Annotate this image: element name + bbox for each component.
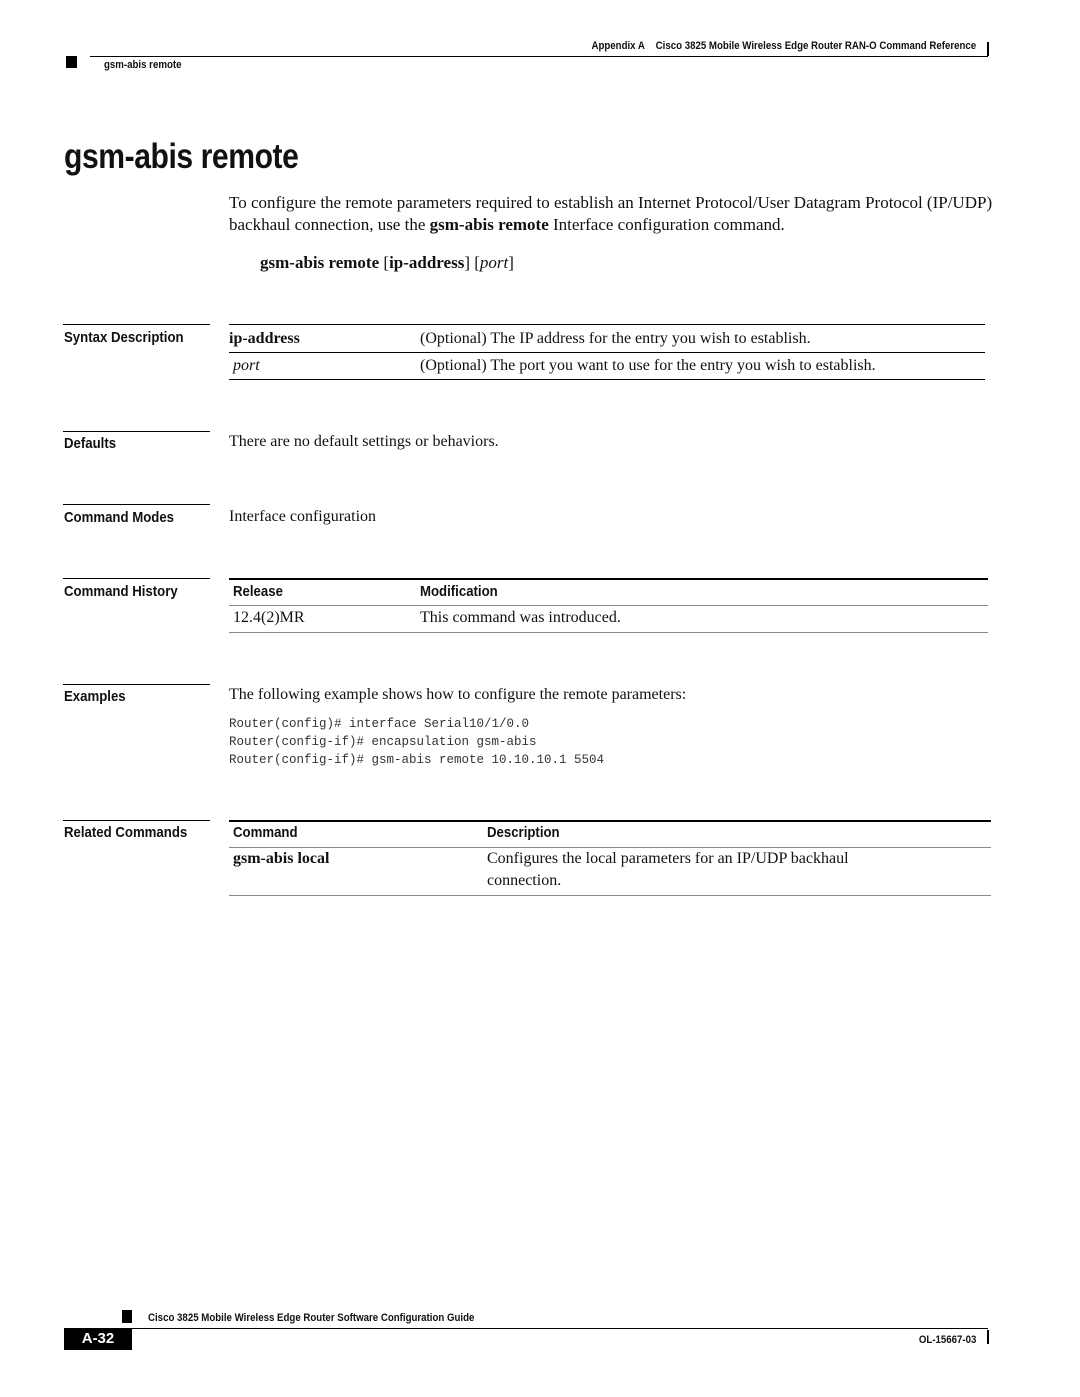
command-syntax: gsm-abis remote [ip-address] [port]	[260, 253, 514, 273]
history-header-release: Release	[233, 583, 283, 600]
code-line: Router(config-if)# encapsulation gsm-abi…	[229, 735, 537, 749]
defaults-text: There are no default settings or behavio…	[229, 433, 499, 450]
table-rule	[229, 379, 985, 380]
code-line: Router(config-if)# gsm-abis remote 10.10…	[229, 753, 605, 767]
running-head: gsm-abis remote	[104, 59, 182, 71]
footer-rule	[122, 1328, 988, 1329]
bracket: [	[470, 253, 480, 272]
section-rule	[63, 578, 210, 579]
defaults-label: Defaults	[64, 435, 117, 452]
footer-marker-icon	[122, 1310, 132, 1323]
bracket: [	[379, 253, 390, 272]
table-rule	[229, 352, 985, 353]
syntax-arg-ip-address: ip-address	[389, 253, 465, 272]
command-modes-text: Interface configuration	[229, 508, 377, 525]
header-title: Cisco 3825 Mobile Wireless Edge Router R…	[655, 40, 976, 52]
examples-text: The following example shows how to confi…	[229, 686, 687, 703]
section-rule	[63, 820, 210, 821]
related-command-link[interactable]: gsm-abis local	[233, 850, 329, 868]
syntax-description-label: Syntax Description	[64, 329, 184, 346]
command-modes-label: Command Modes	[64, 509, 175, 526]
syntax-desc: (Optional) The port you want to use for …	[420, 357, 876, 374]
section-rule	[63, 324, 210, 325]
section-rule	[63, 684, 210, 685]
header-appendix: Appendix A	[591, 40, 645, 52]
related-header-command: Command	[233, 824, 298, 841]
syntax-term: port	[233, 357, 260, 374]
header-rule	[90, 56, 988, 57]
history-header-modification: Modification	[420, 583, 498, 600]
table-rule	[229, 324, 985, 325]
command-history-label: Command History	[64, 583, 178, 600]
syntax-desc: (Optional) The IP address for the entry …	[420, 330, 811, 347]
footer-bar	[987, 1330, 989, 1344]
header-marker-icon	[66, 56, 77, 68]
table-rule	[229, 605, 988, 606]
code-line: Router(config)# interface Serial10/1/0.0	[229, 717, 530, 731]
table-rule	[229, 632, 988, 633]
table-rule	[229, 578, 988, 580]
bracket: ]	[508, 253, 514, 272]
table-rule	[229, 820, 991, 822]
related-command-desc: Configures the local parameters for an I…	[487, 850, 849, 867]
intro-command: gsm-abis remote	[429, 215, 549, 234]
intro-paragraph: To configure the remote parameters requi…	[229, 192, 999, 236]
intro-text-end: Interface configuration command.	[548, 215, 785, 234]
related-command-desc-cont: connection.	[487, 872, 562, 889]
related-header-description: Description	[487, 824, 560, 841]
section-rule	[63, 431, 210, 432]
history-modification: This command was introduced.	[420, 609, 621, 626]
header-book-title: Appendix A Cisco 3825 Mobile Wireless Ed…	[591, 40, 976, 52]
footer-guide-title: Cisco 3825 Mobile Wireless Edge Router S…	[148, 1312, 475, 1324]
document-number: OL-15667-03	[918, 1334, 976, 1346]
syntax-command: gsm-abis remote	[260, 253, 380, 272]
syntax-arg-port: port	[479, 253, 509, 272]
section-rule	[63, 504, 210, 505]
page-number: A-32	[64, 1328, 132, 1350]
syntax-term: ip-address	[229, 330, 300, 347]
page-title: gsm-abis remote	[64, 137, 299, 176]
table-rule	[229, 847, 991, 848]
examples-label: Examples	[64, 688, 126, 705]
table-rule	[229, 895, 991, 896]
related-commands-label: Related Commands	[64, 824, 188, 841]
history-release: 12.4(2)MR	[233, 609, 305, 626]
header-bar	[987, 42, 989, 56]
